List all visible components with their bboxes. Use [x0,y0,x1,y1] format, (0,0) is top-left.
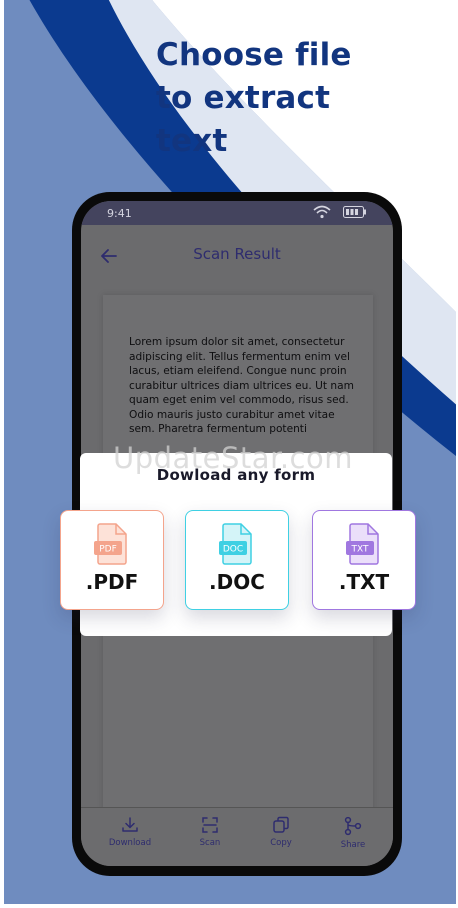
txt-format-label: .TXT [338,570,390,594]
headline-line-1: Choose file [156,37,352,73]
bottom-nav: Download Scan Copy Share [81,807,393,866]
battery-icon [343,206,366,218]
download-panel-title: Dowload any form [156,466,316,484]
headline: Choose file to extract text [156,34,352,163]
nav-copy-label: Copy [270,838,292,848]
page-title: Scan Result [193,245,281,263]
extracted-text: Lorem ipsum dolor sit amet, consectetur … [129,336,354,435]
pdf-icon-text: PDF [99,545,117,555]
pdf-format-label: .PDF [85,570,139,594]
scan-icon [202,817,218,833]
nav-share[interactable]: Share [323,816,383,850]
doc-format-button[interactable]: DOC .DOC [185,510,289,610]
doc-icon-text: DOC [223,545,243,555]
txt-format-button[interactable]: TXT .TXT [312,510,416,610]
txt-file-icon: TXT [346,523,379,565]
pdf-format-button[interactable]: PDF .PDF [60,510,164,610]
nav-download[interactable]: Download [100,816,160,848]
download-icon [122,817,138,832]
nav-copy[interactable]: Copy [251,816,311,848]
doc-format-label: .DOC [209,570,265,594]
nav-scan[interactable]: Scan [180,816,240,848]
status-time: 9:41 [107,207,132,220]
nav-download-label: Download [108,838,152,848]
headline-line-3: text [156,123,228,159]
copy-icon [273,816,289,833]
headline-line-2: to extract [156,80,331,116]
nav-scan-label: Scan [199,838,221,848]
nav-share-label: Share [340,840,366,850]
wifi-icon [313,205,331,219]
pdf-file-icon: PDF [94,523,127,565]
doc-file-icon: DOC [219,523,252,565]
share-icon [344,816,362,836]
app-bar: Scan Result [81,225,393,283]
status-bar: 9:41 [81,201,393,225]
txt-icon-text: TXT [350,545,369,555]
